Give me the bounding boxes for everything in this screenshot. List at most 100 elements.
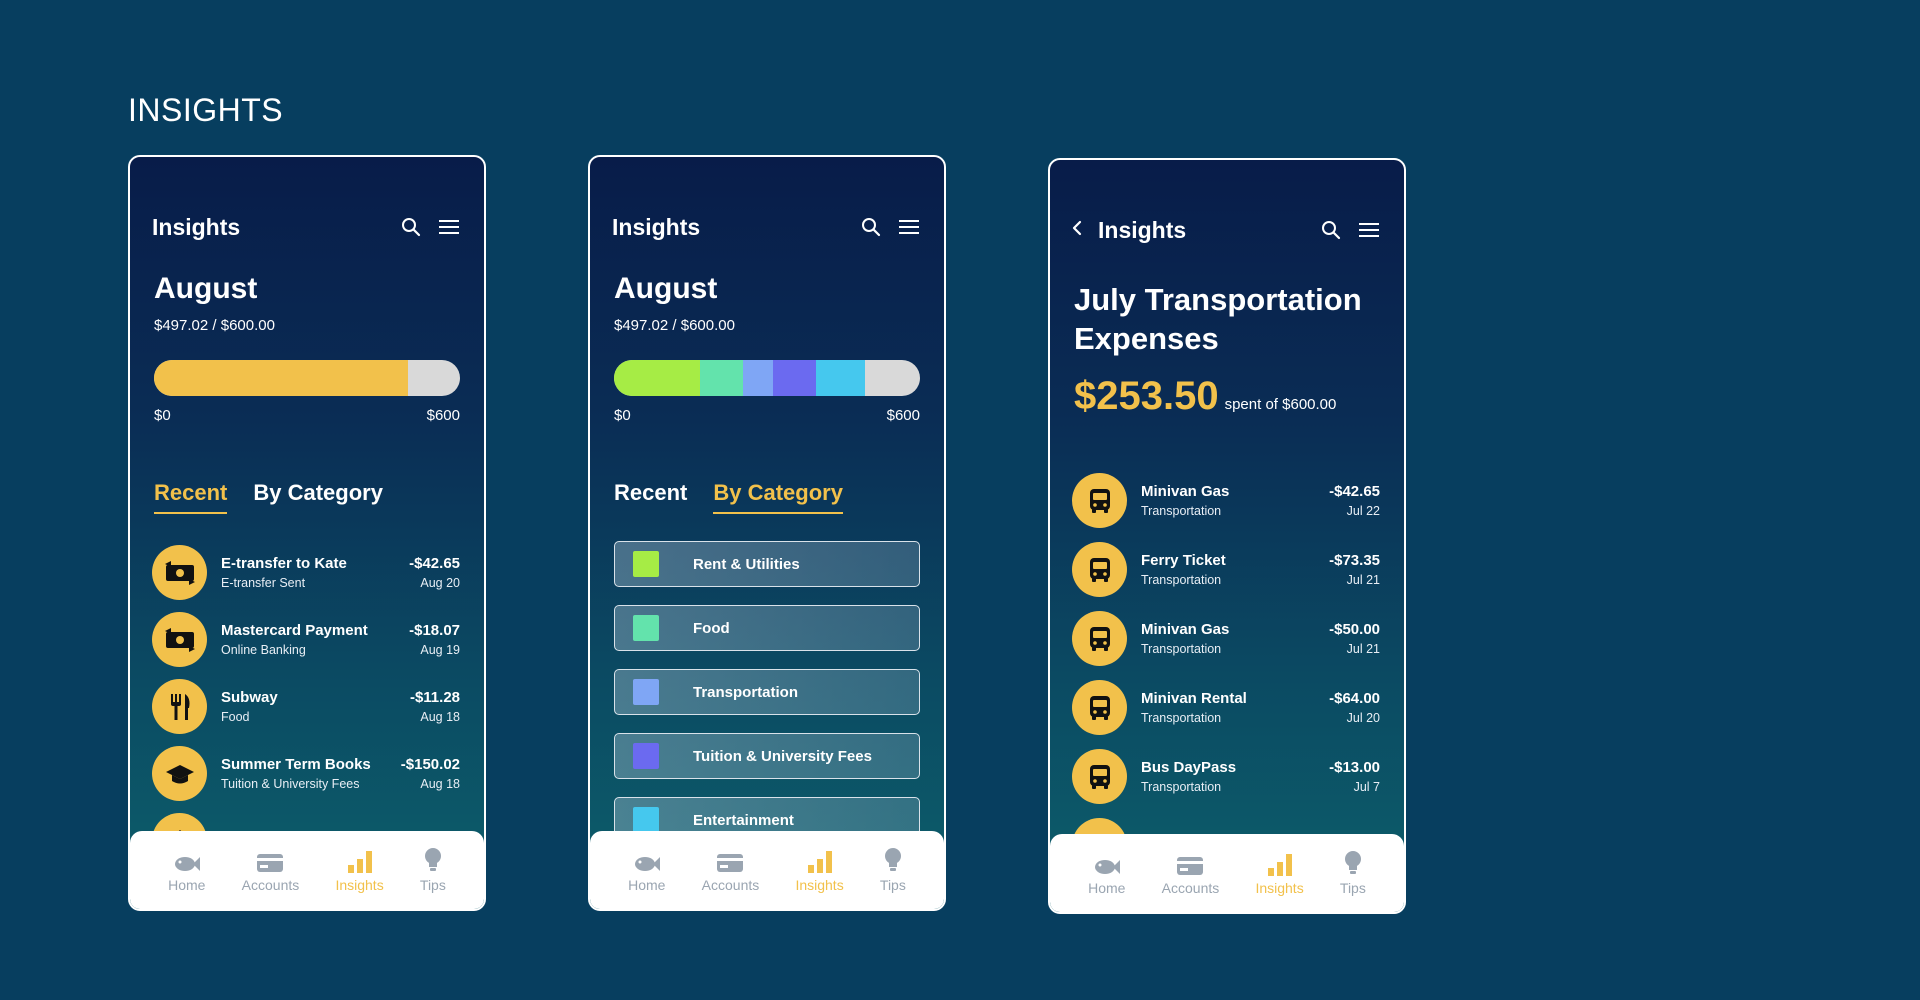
bottom-nav: Home Accounts Insights Tips xyxy=(590,831,944,909)
budget-progress-fill xyxy=(154,360,408,396)
transaction-meta: -$13.00 Jul 7 xyxy=(1329,759,1380,794)
nav-item-accounts[interactable]: Accounts xyxy=(702,847,759,893)
nav-item-accounts[interactable]: Accounts xyxy=(1161,850,1220,896)
transaction-row[interactable]: Mastercard Payment Online Banking -$18.07 A… xyxy=(152,606,460,673)
nav-label: Accounts xyxy=(1161,880,1220,896)
transaction-row[interactable]: Summer Term Books Tuition & University Fe… xyxy=(152,740,460,807)
spent-text: spent of $600.00 xyxy=(1224,396,1337,413)
transaction-row[interactable]: Ferry Ticket Transportation -$73.35 Jul 21 xyxy=(1072,535,1380,604)
transaction-category: E-transfer Sent xyxy=(221,576,306,590)
category-row[interactable]: Food xyxy=(614,605,920,651)
transaction-info: Minivan Gas Transportation xyxy=(1141,483,1329,518)
transaction-row[interactable]: Minivan Rental Transportation -$64.00 Jul 2… xyxy=(1072,673,1380,742)
graduation-cap-icon xyxy=(152,746,207,801)
budget-text: $497.02 / $600.00 xyxy=(154,317,275,334)
transaction-amount: -$150.02 xyxy=(400,756,460,773)
transaction-meta: -$11.28 Aug 18 xyxy=(410,689,460,724)
budget-progress-bar xyxy=(154,360,460,396)
transaction-meta: -$18.07 Aug 19 xyxy=(409,622,460,657)
transaction-category: Transportation xyxy=(1141,780,1222,794)
screen-title: Insights xyxy=(1098,216,1187,243)
menu-icon[interactable] xyxy=(896,214,922,240)
bus-icon xyxy=(1072,473,1127,528)
bus-icon xyxy=(1072,680,1127,735)
transaction-category: Transportation xyxy=(1141,504,1222,518)
nav-item-home[interactable]: Home xyxy=(628,847,665,893)
nav-item-insights[interactable]: Insights xyxy=(335,847,384,893)
transaction-info: Minivan Rental Transportation xyxy=(1141,690,1329,725)
nav-item-insights[interactable]: Insights xyxy=(1255,850,1304,896)
transaction-amount: -$73.35 xyxy=(1329,552,1380,569)
nav-item-insights[interactable]: Insights xyxy=(795,847,844,893)
category-progress-bar xyxy=(614,360,920,396)
transaction-info: Bus DayPass Transportation xyxy=(1141,759,1329,794)
category-row[interactable]: Transportation xyxy=(614,669,920,715)
transaction-meta: -$150.02 Aug 18 xyxy=(401,756,460,791)
back-chevron-icon[interactable] xyxy=(1070,219,1094,242)
category-bar-segment xyxy=(815,360,865,396)
nav-item-home[interactable]: Home xyxy=(1088,850,1125,896)
transaction-row[interactable]: Subway Food -$11.28 Aug 18 xyxy=(152,673,460,740)
transaction-info: Mastercard Payment Online Banking xyxy=(221,622,409,657)
transaction-meta: -$42.65 Jul 22 xyxy=(1329,483,1380,518)
transaction-amount: -$13.00 xyxy=(1329,759,1380,776)
transaction-date: Aug 19 xyxy=(420,643,460,657)
nav-item-home[interactable]: Home xyxy=(168,847,205,893)
category-row[interactable]: Rent & Utilities xyxy=(614,541,920,587)
transaction-date: Jul 21 xyxy=(1346,642,1380,656)
transaction-info: Summer Term Books Tuition & University Fe… xyxy=(221,756,401,791)
transaction-category: Transportation xyxy=(1141,642,1222,656)
nav-item-accounts[interactable]: Accounts xyxy=(241,847,300,893)
nav-label: Home xyxy=(628,877,666,893)
page-title: INSIGHTS xyxy=(128,92,284,128)
transaction-name: Minivan Rental xyxy=(1141,690,1247,707)
bus-icon xyxy=(1072,542,1127,597)
nav-item-tips[interactable]: Tips xyxy=(880,847,906,893)
transaction-row[interactable]: E-transfer to Kate E-transfer Sent -$42.65… xyxy=(152,539,460,606)
category-swatch xyxy=(633,743,659,769)
tab-by-category[interactable]: By Category xyxy=(713,480,843,514)
phone-screen-category-detail: Insights July Transportation Expenses $2… xyxy=(1048,158,1406,914)
tab-recent[interactable]: Recent xyxy=(614,480,687,514)
lightbulb-icon xyxy=(423,847,443,873)
category-swatch xyxy=(633,551,659,577)
category-row[interactable]: Tuition & University Fees xyxy=(614,733,920,779)
transaction-row[interactable]: Minivan Gas Transportation -$42.65 Jul 22 xyxy=(1072,466,1380,535)
menu-icon[interactable] xyxy=(1356,217,1382,243)
nav-label: Insights xyxy=(1255,880,1304,896)
nav-label: Home xyxy=(168,877,206,893)
tab-bar: Recent By Category xyxy=(154,480,383,514)
bottom-nav: Home Accounts Insights Tips xyxy=(1050,834,1404,912)
bus-icon xyxy=(1072,749,1127,804)
nav-label: Accounts xyxy=(241,877,300,893)
nav-item-tips[interactable]: Tips xyxy=(420,847,446,893)
category-bar-segment xyxy=(699,360,743,396)
transaction-info: Minivan Gas Transportation xyxy=(1141,621,1329,656)
transaction-amount: -$42.65 xyxy=(1329,483,1380,500)
category-label: Food xyxy=(693,619,730,637)
transaction-amount: -$50.00 xyxy=(1329,621,1380,638)
app-bar: Insights xyxy=(1072,212,1382,248)
transaction-row[interactable]: Minivan Gas Transportation -$50.00 Jul 21 xyxy=(1072,604,1380,673)
bar-labels: $0 $600 xyxy=(154,407,460,424)
category-heading: July Transportation Expenses xyxy=(1074,282,1362,356)
fork-knife-icon xyxy=(152,679,207,734)
search-icon[interactable] xyxy=(858,214,884,240)
transaction-info: Subway Food xyxy=(221,689,410,724)
nav-item-tips[interactable]: Tips xyxy=(1340,850,1366,896)
category-label: Tuition & University Fees xyxy=(693,747,872,765)
search-icon[interactable] xyxy=(398,214,424,240)
tab-recent[interactable]: Recent xyxy=(154,480,228,514)
tab-by-category[interactable]: By Category xyxy=(253,480,383,514)
category-bar-segment xyxy=(742,360,774,396)
transaction-row[interactable]: Bus DayPass Transportation -$13.00 Jul 7 xyxy=(1072,742,1380,811)
search-icon[interactable] xyxy=(1318,217,1344,243)
transaction-date: Aug 18 xyxy=(420,710,460,724)
screen-title: Insights xyxy=(152,213,241,240)
card-icon xyxy=(256,847,284,873)
transaction-name: Bus DayPass xyxy=(1141,759,1237,776)
transaction-category: Transportation xyxy=(1141,711,1222,725)
category-bar-segment xyxy=(614,360,700,396)
spent-summary: $253.50 spent of $600.00 xyxy=(1074,374,1336,419)
menu-icon[interactable] xyxy=(436,214,462,240)
